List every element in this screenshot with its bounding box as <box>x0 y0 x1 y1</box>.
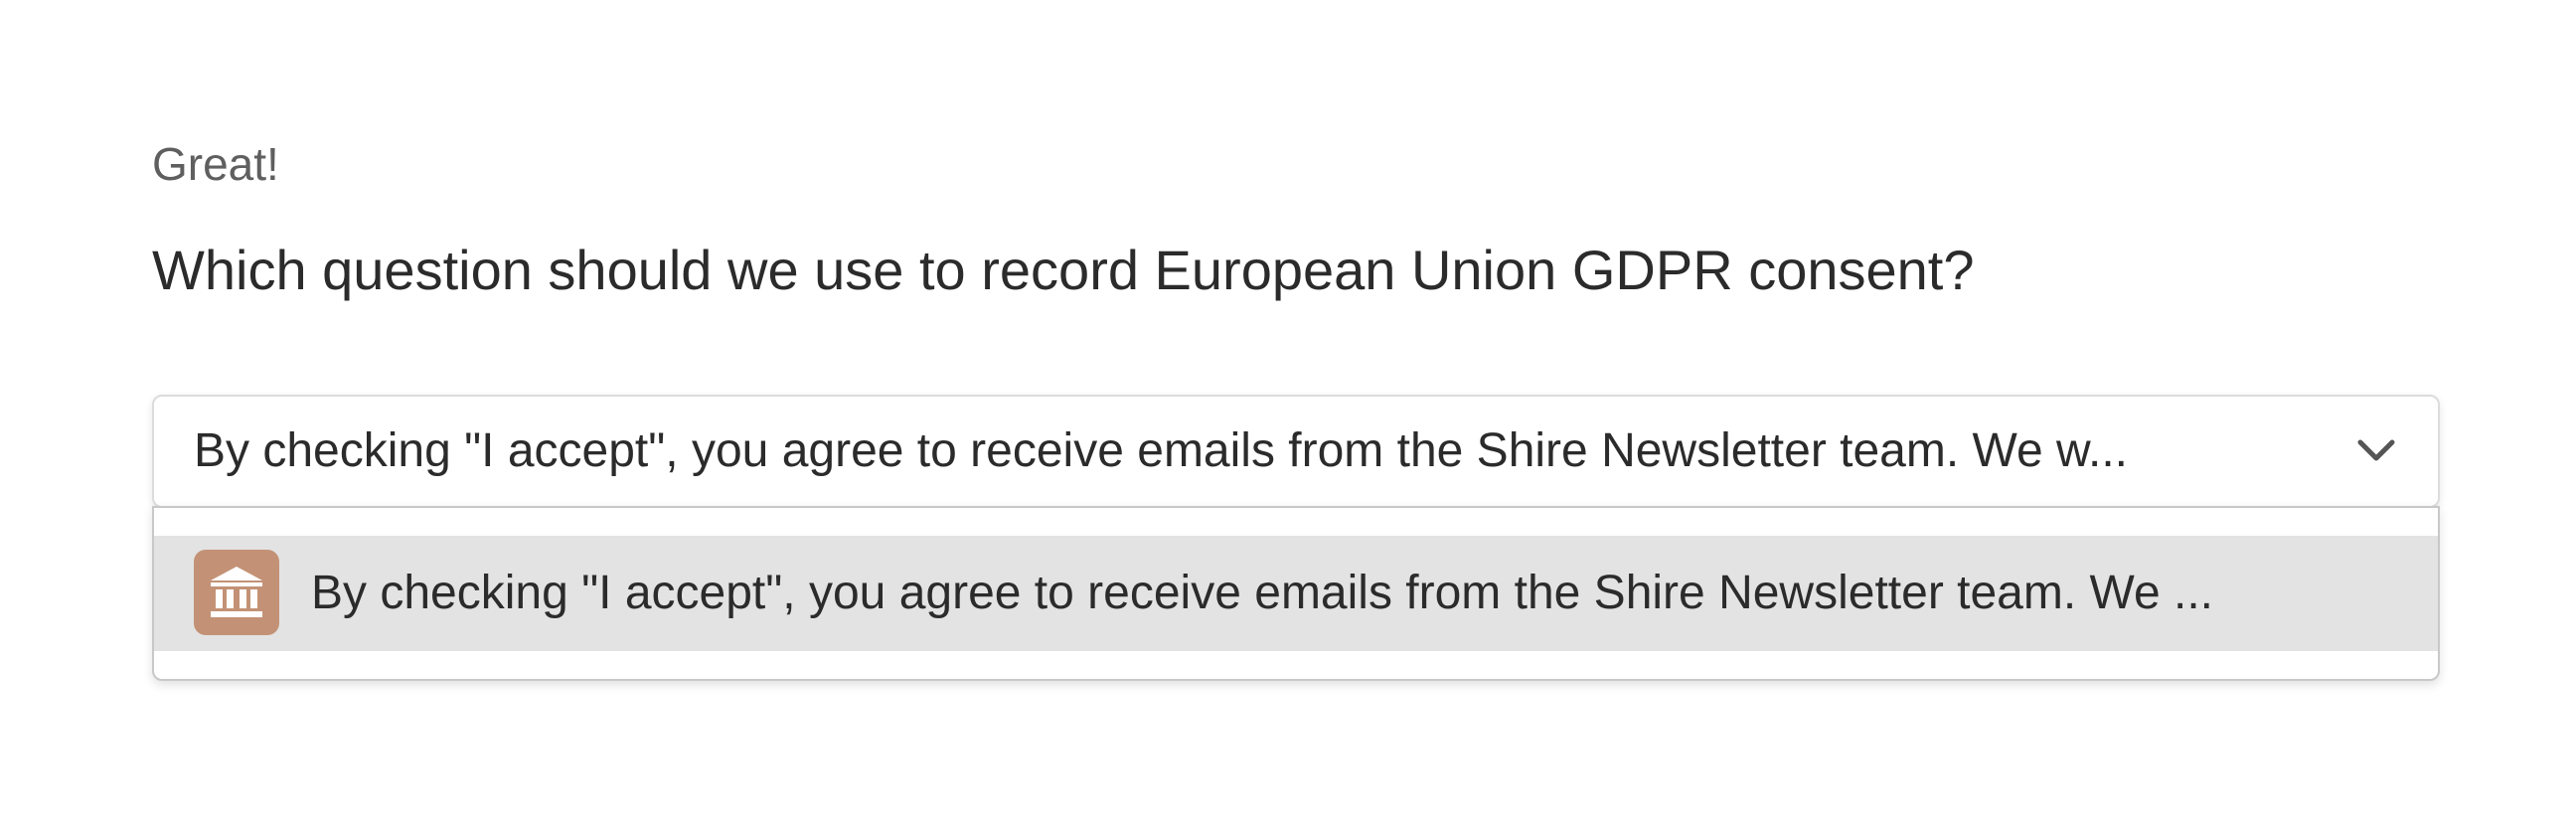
gdpr-question-select: By checking "I accept", you agree to rec… <box>152 395 2440 681</box>
option-label: By checking "I accept", you agree to rec… <box>311 567 2213 619</box>
selected-value: By checking "I accept", you agree to rec… <box>194 424 2129 477</box>
bank-building-icon <box>194 550 279 635</box>
chevron-down-icon[interactable] <box>2354 431 2398 471</box>
select-box[interactable]: By checking "I accept", you agree to rec… <box>152 395 2440 508</box>
intro-text: Great! <box>152 138 279 190</box>
page: Great! Which question should we use to r… <box>0 0 2576 827</box>
dropdown-option[interactable]: By checking "I accept", you agree to rec… <box>154 536 2438 651</box>
question-title: Which question should we use to record E… <box>152 239 1975 301</box>
dropdown-menu: By checking "I accept", you agree to rec… <box>152 506 2440 681</box>
